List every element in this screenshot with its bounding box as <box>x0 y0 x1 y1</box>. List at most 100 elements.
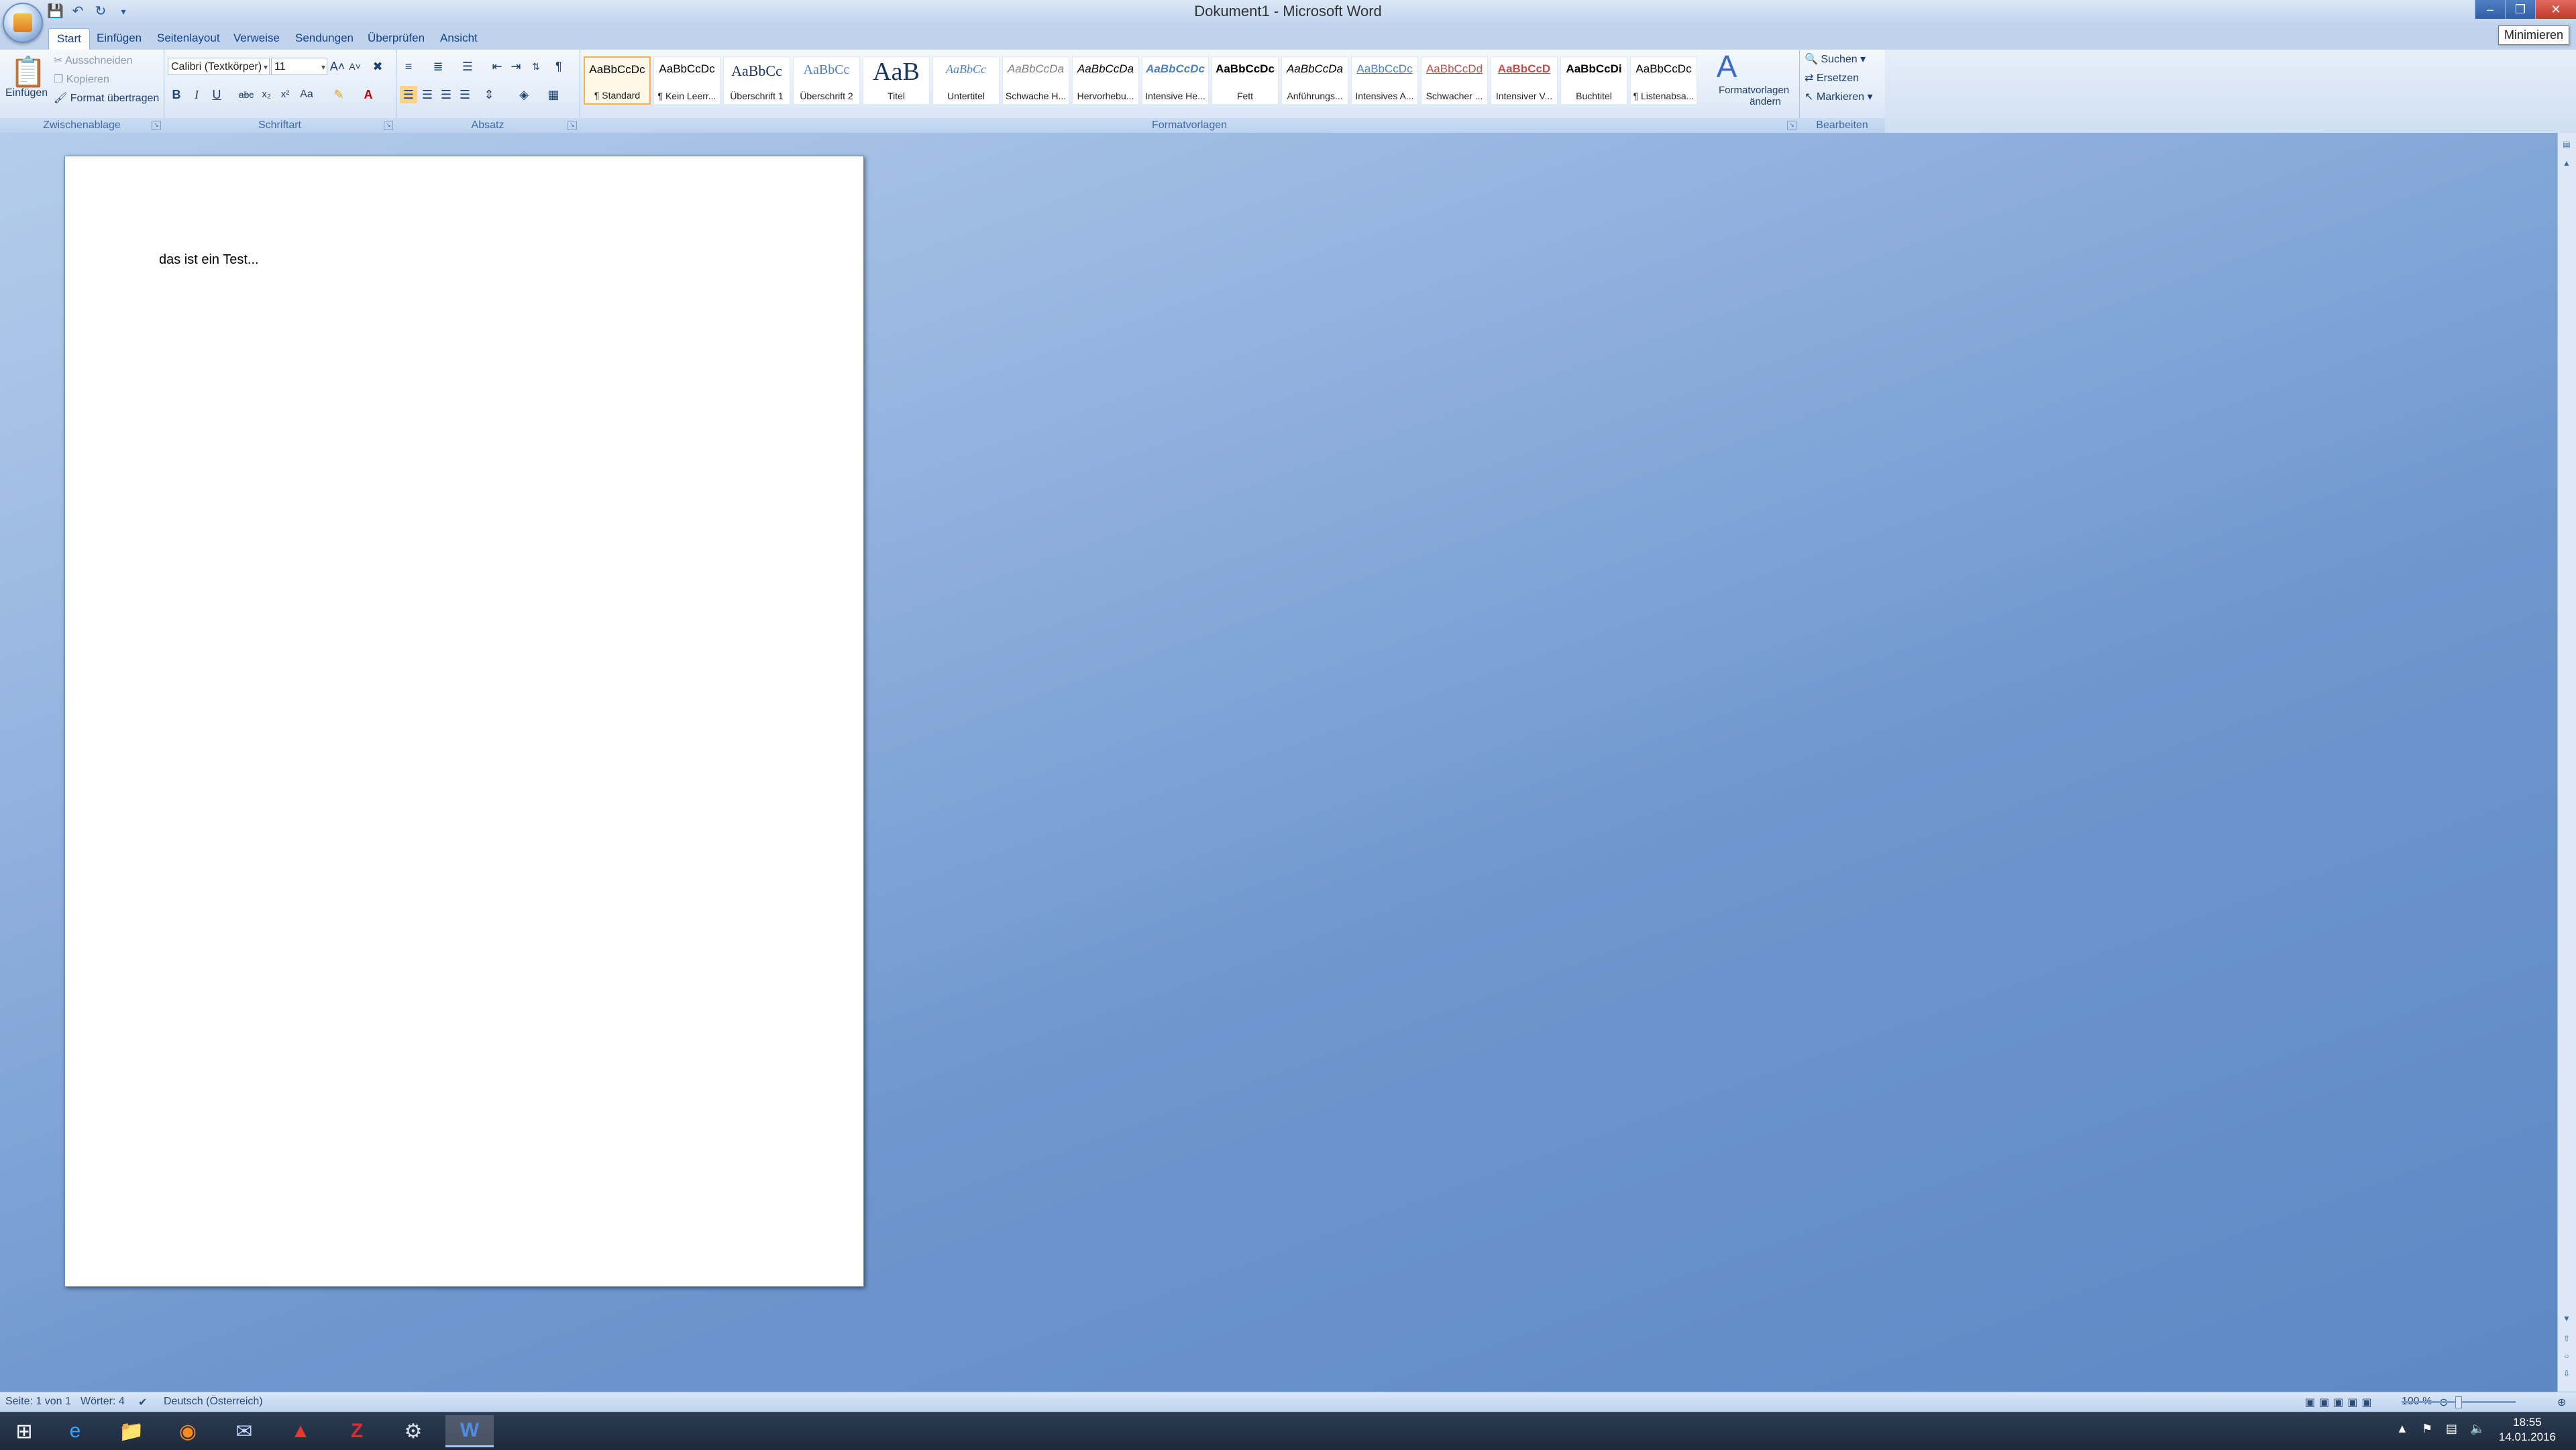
clear-format-icon[interactable]: ✖ <box>369 58 386 75</box>
numbering-icon[interactable]: ≣ <box>429 58 447 75</box>
action-center-icon[interactable]: ⚑ <box>2422 1422 2432 1436</box>
font-size-combo[interactable]: 11 ▾ <box>271 58 327 75</box>
scroll-down-icon[interactable]: ▼ <box>2559 1314 2574 1323</box>
volume-icon[interactable]: 🔈 <box>2470 1422 2485 1436</box>
font-name-combo[interactable]: Calibri (Textkörper) ▾ <box>168 58 270 75</box>
firefox-icon[interactable]: ◉ <box>164 1415 212 1447</box>
highlight-icon[interactable]: ✎ <box>330 86 347 103</box>
decrease-indent-icon[interactable]: ⇤ <box>488 58 506 75</box>
increase-indent-icon[interactable]: ⇥ <box>507 58 525 75</box>
borders-icon[interactable]: ▦ <box>545 86 562 103</box>
italic-button[interactable]: I <box>188 86 205 103</box>
vertical-scrollbar[interactable]: ▤ ▲ ▼ ⇧ ○ ⇩ <box>2557 133 2576 1392</box>
superscript-button[interactable]: x² <box>276 86 294 103</box>
proofing-icon[interactable]: ✔ <box>138 1396 147 1409</box>
cut-button[interactable]: ✂ Ausschneiden <box>54 54 132 67</box>
justify-icon[interactable]: ☰ <box>456 86 474 103</box>
settings-app-icon[interactable]: ⚙ <box>389 1415 437 1447</box>
bullets-icon[interactable]: ≡ <box>400 58 417 75</box>
multilevel-list-icon[interactable]: ☰ <box>459 58 476 75</box>
strikethrough-button[interactable]: abc <box>237 86 255 103</box>
file-explorer-icon[interactable]: 📁 <box>107 1415 156 1447</box>
office-button[interactable] <box>3 3 43 43</box>
scroll-up-icon[interactable]: ▲ <box>2559 158 2574 168</box>
system-clock[interactable]: 18:55 14.01.2016 <box>2499 1415 2556 1445</box>
change-styles-icon[interactable]: A <box>1707 50 1747 83</box>
line-spacing-icon[interactable]: ⇕ <box>480 86 498 103</box>
align-center-icon[interactable]: ☰ <box>419 86 436 103</box>
style-tile[interactable]: AaBbCcDc ¶ Kein Leerr... <box>653 56 720 105</box>
replace-button[interactable]: ⇄ Ersetzen <box>1805 71 1859 85</box>
internet-explorer-icon[interactable]: e <box>51 1415 99 1447</box>
tab-verweise[interactable]: Verweise <box>225 28 288 50</box>
style-name: Hervorhebu... <box>1077 91 1134 101</box>
tab-seitenlayout[interactable]: Seitenlayout <box>149 28 228 50</box>
sort-icon[interactable]: ⇅ <box>527 58 545 75</box>
next-page-icon[interactable]: ⇩ <box>2559 1369 2574 1378</box>
subscript-button[interactable]: x₂ <box>258 86 275 103</box>
previous-page-icon[interactable]: ⇧ <box>2559 1334 2574 1343</box>
style-tile[interactable]: AaBbCcDc Intensive He... <box>1142 56 1209 105</box>
zoom-slider-thumb[interactable] <box>2455 1396 2462 1408</box>
style-tile[interactable]: AaBbCcDa Anführungs... <box>1281 56 1348 105</box>
acrobat-icon[interactable]: ▲ <box>276 1415 325 1447</box>
style-tile[interactable]: AaBbCcDc Fett <box>1212 56 1279 105</box>
windows-start-icon[interactable]: ⊞ <box>0 1415 48 1447</box>
style-tile[interactable]: AaBbCc Überschrift 2 <box>793 56 860 105</box>
tab-ueberpruefen[interactable]: Überprüfen <box>360 28 433 50</box>
style-tile[interactable]: AaBbCcDd Schwacher ... <box>1421 56 1488 105</box>
browse-object-icon[interactable]: ○ <box>2559 1351 2574 1361</box>
select-button[interactable]: ↖ Markieren ▾ <box>1805 90 1872 103</box>
copy-button[interactable]: ❐ Kopieren <box>54 72 109 86</box>
style-tile[interactable]: AaBbCc Überschrift 1 <box>723 56 790 105</box>
align-left-icon[interactable]: ☰ <box>400 86 417 103</box>
restore-button[interactable]: ❐ <box>2505 0 2535 19</box>
tab-einfuegen[interactable]: Einfügen <box>89 28 150 50</box>
page-count[interactable]: Seite: 1 von 1 <box>5 1396 71 1408</box>
clipboard-launcher-icon[interactable]: ↘ <box>152 121 161 130</box>
format-painter-button[interactable]: 🖌 Format übertragen <box>54 91 159 105</box>
change-case-button[interactable]: Aa <box>298 86 315 103</box>
word-icon[interactable]: W <box>445 1415 494 1447</box>
tab-start[interactable]: Start <box>48 28 90 50</box>
paragraph-launcher-icon[interactable]: ↘ <box>568 121 577 130</box>
minimize-button[interactable]: – <box>2475 0 2505 19</box>
change-styles-button[interactable]: Formatvorlagen ändern <box>1719 85 1789 107</box>
style-tile[interactable]: AaBbCcD Intensiver V... <box>1491 56 1558 105</box>
style-tile[interactable]: AaBbCcDc Intensives A... <box>1351 56 1418 105</box>
style-tile[interactable]: AaBbCcDc ¶ Standard <box>584 56 651 105</box>
show-hidden-icons-icon[interactable]: ▲ <box>2396 1422 2408 1436</box>
style-tile[interactable]: AaBbCcDa Schwache H... <box>1002 56 1069 105</box>
network-icon[interactable]: ▤ <box>2446 1422 2457 1436</box>
underline-button[interactable]: U <box>208 86 225 103</box>
shading-icon[interactable]: ◈ <box>515 86 533 103</box>
tab-ansicht[interactable]: Ansicht <box>432 28 486 50</box>
paste-icon[interactable]: 📋 <box>9 54 47 91</box>
word-count[interactable]: Wörter: 4 <box>80 1396 125 1408</box>
font-color-icon[interactable]: A <box>360 86 377 103</box>
paste-button[interactable]: Einfügen <box>5 87 48 99</box>
close-button[interactable]: ✕ <box>2535 0 2576 19</box>
style-tile[interactable]: AaBbCcDa Hervorhebu... <box>1072 56 1139 105</box>
tab-sendungen[interactable]: Sendungen <box>287 28 362 50</box>
style-tile[interactable]: AaBbCc Untertitel <box>932 56 1000 105</box>
language-indicator[interactable]: Deutsch (Österreich) <box>164 1396 263 1408</box>
find-button[interactable]: 🔍 Suchen ▾ <box>1805 52 1866 66</box>
style-tile[interactable]: AaBbCcDc ¶ Listenabsa... <box>1630 56 1697 105</box>
ruler-toggle-icon[interactable]: ▤ <box>2559 140 2574 149</box>
font-launcher-icon[interactable]: ↘ <box>384 121 393 130</box>
style-tile[interactable]: AaBbCcDi Buchtitel <box>1560 56 1627 105</box>
shrink-font-button[interactable]: A˅ <box>346 58 364 75</box>
document-page[interactable] <box>64 156 864 1287</box>
show-formatting-button[interactable]: ¶ <box>550 58 568 75</box>
bold-button[interactable]: B <box>168 86 185 103</box>
styles-launcher-icon[interactable]: ↘ <box>1787 121 1796 130</box>
grow-font-button[interactable]: A˄ <box>329 58 346 75</box>
document-text[interactable]: das ist ein Test... <box>159 252 259 268</box>
thunderbird-icon[interactable]: ✉ <box>220 1415 268 1447</box>
view-buttons[interactable]: ▣▣▣▣▣ <box>2305 1396 2376 1409</box>
style-tile[interactable]: AaB Titel <box>863 56 930 105</box>
align-right-icon[interactable]: ☰ <box>437 86 455 103</box>
zoom-in-icon[interactable]: ⊕ <box>2557 1396 2566 1409</box>
filezilla-icon[interactable]: Z <box>333 1415 381 1447</box>
